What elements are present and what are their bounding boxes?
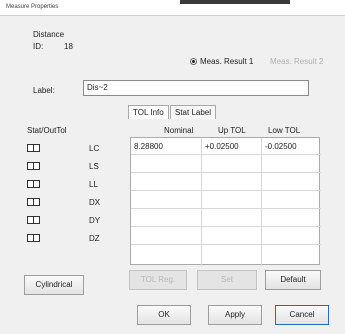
grid-column-divider	[201, 138, 202, 266]
apply-button[interactable]: Apply	[208, 305, 262, 325]
table-row: DX	[27, 198, 117, 207]
outtol-checkbox[interactable]	[33, 180, 40, 188]
column-header-up-tol: Up TOL	[218, 126, 246, 135]
nominal-cell[interactable]: 8.28800	[134, 142, 163, 151]
up-tol-cell[interactable]: +0.02500	[205, 142, 239, 151]
table-row: LS	[27, 162, 117, 171]
stat-outtol-checkboxes[interactable]	[27, 216, 41, 224]
outtol-checkbox[interactable]	[33, 234, 40, 242]
title-bar-accent	[180, 0, 290, 4]
row-name: DX	[89, 198, 101, 207]
outtol-checkbox[interactable]	[33, 216, 40, 224]
tab-stat-label[interactable]: Stat Label	[170, 105, 217, 119]
label-input[interactable]: Dis~2	[83, 80, 309, 96]
column-header-nominal: Nominal	[164, 126, 194, 135]
stat-outtol-checkboxes[interactable]	[27, 144, 41, 152]
row-name: DY	[89, 216, 101, 225]
low-tol-cell[interactable]: -0.02500	[265, 142, 297, 151]
grid-row-divider	[131, 172, 321, 173]
cylindrical-button[interactable]: Cylindrical	[24, 275, 84, 295]
stat-outtol-checkboxes[interactable]	[27, 198, 41, 206]
label-field-label: Label:	[33, 86, 55, 95]
window-title: Measure Properties	[6, 4, 59, 10]
default-button[interactable]: Default	[265, 270, 321, 290]
id-value: 18	[64, 42, 73, 51]
cancel-button[interactable]: Cancel	[275, 305, 329, 325]
grid-row-divider	[131, 190, 321, 191]
id-label: ID:	[33, 42, 44, 51]
outtol-checkbox[interactable]	[33, 144, 40, 152]
outtol-checkbox[interactable]	[33, 198, 40, 206]
radio-meas-result-1-label: Meas. Result 1	[200, 57, 254, 66]
table-row: DZ	[27, 234, 117, 243]
stat-outtol-checkboxes[interactable]	[27, 162, 41, 170]
tolerance-grid: 8.28800 +0.02500 -0.02500	[130, 137, 321, 266]
row-name: LL	[89, 180, 98, 189]
row-name: LS	[89, 162, 99, 171]
outtol-checkbox[interactable]	[33, 162, 40, 170]
tab-tol-info[interactable]: TOL Info	[128, 105, 169, 119]
row-name: LC	[89, 144, 100, 153]
ok-button[interactable]: OK	[137, 305, 191, 325]
grid-row-divider	[131, 208, 321, 209]
stat-outtol-checkboxes[interactable]	[27, 180, 41, 188]
tol-reg-button[interactable]: TOL Reg.	[129, 270, 187, 290]
table-row: DY	[27, 216, 117, 225]
stat-outtol-checkboxes[interactable]	[27, 234, 41, 242]
radio-selected-icon	[190, 58, 197, 65]
table-row: LL	[27, 180, 117, 189]
set-button[interactable]: Set	[197, 270, 257, 290]
grid-row-divider	[131, 226, 321, 227]
grid-row-divider	[131, 244, 321, 245]
distance-label: Distance	[33, 30, 65, 39]
row-name: DZ	[89, 234, 100, 243]
grid-column-divider	[261, 138, 262, 266]
column-header-low-tol: Low TOL	[268, 126, 301, 135]
radio-meas-result-1[interactable]: Meas. Result 1	[190, 57, 260, 67]
stat-outtol-header: Stat/OutTol	[27, 126, 67, 135]
table-row: LC	[27, 144, 117, 153]
radio-meas-result-2-label: Meas. Result 2	[270, 57, 324, 66]
radio-meas-result-2[interactable]: Meas. Result 2	[266, 57, 338, 67]
grid-row-divider	[131, 154, 321, 155]
